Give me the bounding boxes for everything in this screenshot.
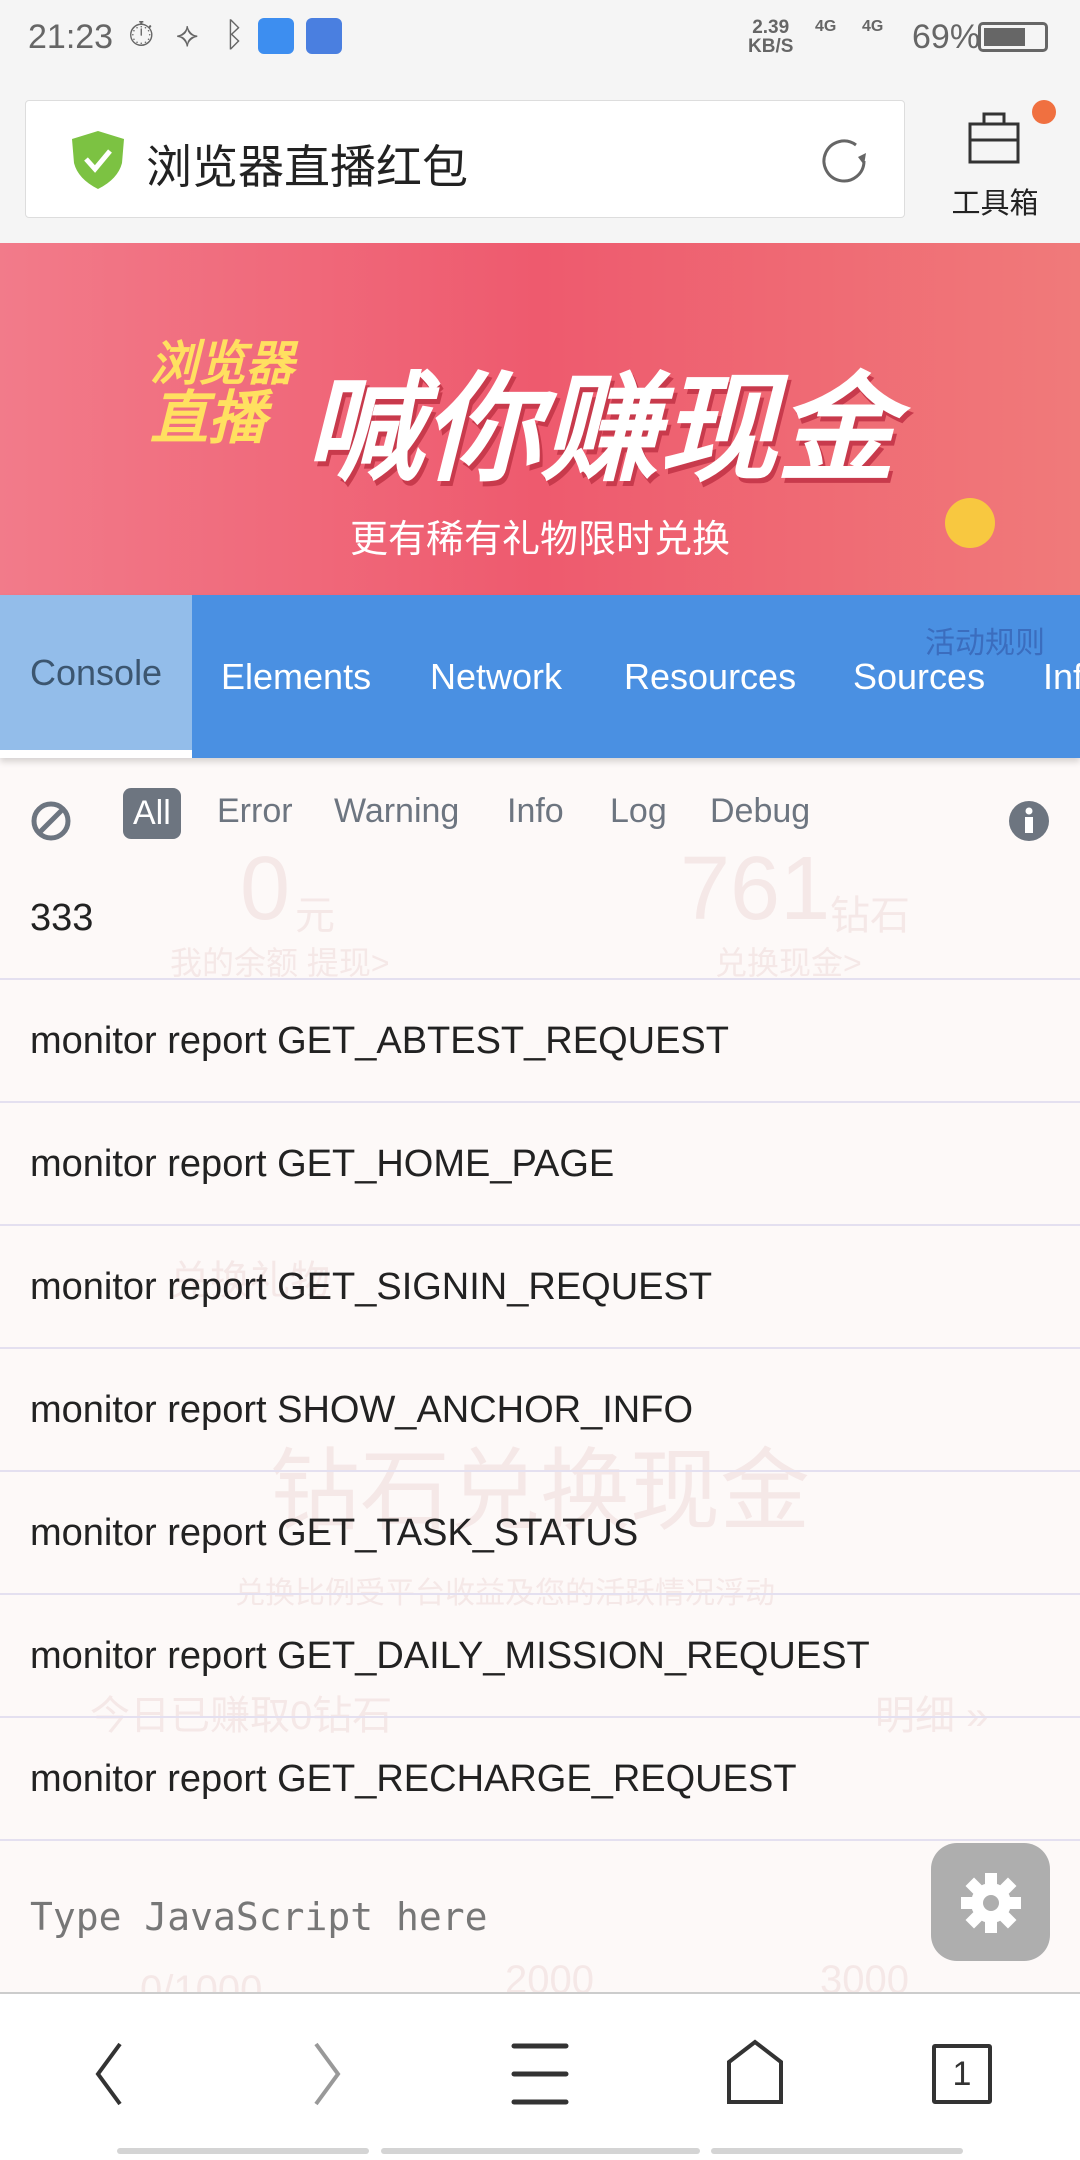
bottom-navigation: 1: [0, 1992, 1080, 2160]
console-log-entry: monitor report GET_RECHARGE_REQUEST: [0, 1718, 1080, 1841]
page-title: 浏览器直播红包: [146, 141, 468, 193]
toolbox-label: 工具箱: [951, 188, 1039, 220]
filter-info[interactable]: Info: [507, 792, 564, 831]
notification-badge: [1032, 100, 1056, 124]
tab-elements[interactable]: Elements: [221, 595, 371, 758]
battery-percent: 69%: [912, 18, 981, 56]
banner-headline: 喊你赚现金: [305, 364, 896, 496]
bluetooth-icon: ᛒ: [224, 16, 245, 54]
coin-icon: [945, 498, 995, 548]
battery-icon: [978, 22, 1048, 52]
ghost-rules: 活动规则: [925, 627, 1045, 660]
filter-warning[interactable]: Warning: [334, 792, 459, 831]
gear-icon: [961, 1873, 1021, 1933]
status-bar: 21:23 ⏱ ⟡ ᛒ 2.39 KB/S 4G 4G 69%: [0, 0, 1080, 70]
back-icon[interactable]: [68, 2034, 148, 2114]
tabs-button[interactable]: 1: [932, 2044, 992, 2104]
console-log-entry: monitor report GET_DAILY_MISSION_REQUEST: [0, 1595, 1080, 1718]
tab-console[interactable]: Console: [0, 595, 192, 758]
console-filter-bar: All Error Warning Info Log Debug: [0, 780, 1080, 860]
tab-info[interactable]: Info: [1043, 595, 1080, 758]
console-log-entry: monitor report SHOW_ANCHOR_INFO: [0, 1349, 1080, 1472]
address-bar[interactable]: 浏览器直播红包: [25, 100, 905, 218]
home-icon[interactable]: [715, 2034, 795, 2114]
tab-network[interactable]: Network: [430, 595, 562, 758]
clock: 21:23: [28, 18, 114, 56]
alarm-icon: ⏱: [128, 16, 155, 54]
network-speed: 2.39 KB/S: [748, 17, 794, 57]
console-log-entry: monitor report GET_SIGNIN_REQUEST: [0, 1226, 1080, 1349]
filter-all[interactable]: All: [123, 788, 181, 839]
clear-console-icon[interactable]: [30, 800, 72, 842]
gesture-indicator: [381, 2148, 700, 2154]
settings-button[interactable]: [931, 1843, 1050, 1961]
filter-debug[interactable]: Debug: [710, 792, 810, 831]
toolbox-button[interactable]: 工具箱: [940, 100, 1056, 220]
tab-resources[interactable]: Resources: [624, 595, 796, 758]
filter-log[interactable]: Log: [610, 792, 667, 831]
rotate-icon: ⟡: [176, 16, 199, 54]
console-log-entry: 333: [0, 857, 1080, 980]
gesture-indicator: [117, 2148, 369, 2154]
filter-error[interactable]: Error: [217, 792, 293, 831]
console-log-entry: monitor report GET_HOME_PAGE: [0, 1103, 1080, 1226]
javascript-input[interactable]: Type JavaScript here: [30, 1895, 488, 1939]
refresh-icon[interactable]: [816, 133, 872, 189]
shield-notification-icon: [306, 18, 342, 54]
signal-icon: 4G: [862, 18, 884, 35]
banner-brand: 浏览器 直播: [150, 338, 295, 451]
app-notification-icon: [258, 18, 294, 54]
banner-subtitle: 更有稀有礼物限时兑换: [349, 519, 730, 561]
promo-banner[interactable]: 浏览器 直播 喊你赚现金 更有稀有礼物限时兑换: [0, 243, 1080, 595]
forward-icon[interactable]: [286, 2034, 366, 2114]
signal-icon: 4G: [815, 18, 837, 35]
secure-shield-icon: [72, 131, 124, 189]
console-log-entry: monitor report GET_ABTEST_REQUEST: [0, 980, 1080, 1103]
gesture-indicator: [711, 2148, 963, 2154]
console-log-entry: monitor report GET_TASK_STATUS: [0, 1472, 1080, 1595]
devtools-tab-bar: Console Elements Network Resources Sourc…: [0, 595, 1080, 758]
menu-icon[interactable]: [500, 2034, 580, 2114]
info-icon[interactable]: [1008, 800, 1050, 842]
toolbox-icon: [968, 112, 1020, 164]
